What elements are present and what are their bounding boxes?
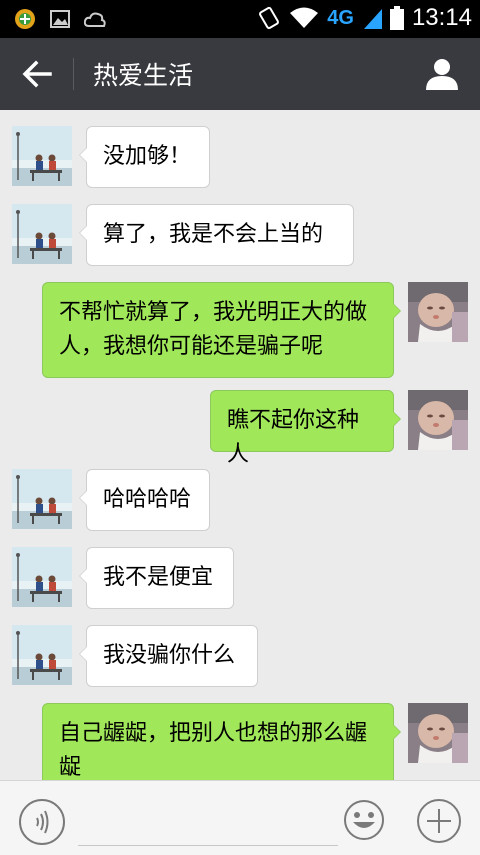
contact-avatar[interactable] [12, 204, 72, 264]
wifi-icon [290, 7, 319, 28]
message-row: 没加够！ [0, 126, 480, 188]
contact-avatar[interactable] [12, 469, 72, 529]
message-row: 我没骗你什么 [0, 625, 480, 687]
sent-message-bubble[interactable]: 瞧不起你这种人 [210, 390, 401, 467]
sent-message-bubble[interactable]: 不帮忙就算了，我光明正大的做人，我想你可能还是骗子呢 [42, 282, 401, 378]
input-bar [0, 780, 480, 855]
weather-notification-icon [84, 12, 106, 27]
message-row: 不帮忙就算了，我光明正大的做人，我想你可能还是骗子呢 [0, 282, 480, 378]
chat-message-list[interactable]: 没加够！ 算了，我是不会上当的不帮忙就算了，我光明正大的做人，我想你可能还是骗子呢… [0, 110, 480, 780]
status-right-icons: 4G 13:14 [257, 4, 472, 32]
chat-info-button[interactable] [424, 56, 460, 92]
message-row: 算了，我是不会上当的 [0, 204, 480, 266]
voice-icon [19, 799, 65, 845]
received-message-bubble[interactable]: 哈哈哈哈 [79, 469, 210, 531]
message-row: 自己龌龊，把别人也想的那么龌龊 [0, 703, 480, 780]
network-type-label: 4G [327, 6, 354, 29]
my-avatar[interactable] [408, 282, 468, 342]
status-left-icons [14, 8, 106, 30]
back-button[interactable] [16, 54, 60, 94]
message-row: 瞧不起你这种人 [0, 390, 480, 467]
battery-icon [389, 6, 404, 30]
my-avatar[interactable] [408, 390, 468, 450]
emoji-button[interactable] [342, 798, 386, 842]
plus-icon [417, 799, 461, 843]
person-icon [426, 59, 458, 90]
title-divider [73, 58, 74, 90]
message-input[interactable] [78, 797, 338, 846]
status-bar: 4G 13:14 [0, 0, 480, 38]
arrow-left-icon [22, 60, 52, 88]
received-message-bubble[interactable]: 没加够！ [79, 126, 210, 188]
contact-avatar[interactable] [12, 126, 72, 186]
image-notification-icon [50, 10, 70, 28]
contact-avatar[interactable] [12, 547, 72, 607]
my-avatar[interactable] [408, 703, 468, 763]
smiley-icon [344, 800, 384, 840]
app-notification-icon [15, 9, 35, 29]
received-message-bubble[interactable]: 我不是便宜 [79, 547, 234, 609]
sent-message-bubble[interactable]: 自己龌龊，把别人也想的那么龌龊 [42, 703, 401, 780]
clock: 13:14 [411, 4, 472, 31]
voice-button[interactable] [18, 798, 65, 845]
contact-avatar[interactable] [12, 625, 72, 685]
vibrate-icon [259, 6, 280, 30]
message-row: 哈哈哈哈 [0, 469, 480, 531]
message-row: 我不是便宜 [0, 547, 480, 609]
received-message-bubble[interactable]: 我没骗你什么 [79, 625, 258, 687]
signal-icon [363, 9, 382, 29]
more-functions-button[interactable] [416, 798, 461, 843]
received-message-bubble[interactable]: 算了，我是不会上当的 [79, 204, 354, 266]
chat-title: 热爱生活 [93, 61, 194, 90]
title-bar: 热爱生活 [0, 38, 480, 110]
